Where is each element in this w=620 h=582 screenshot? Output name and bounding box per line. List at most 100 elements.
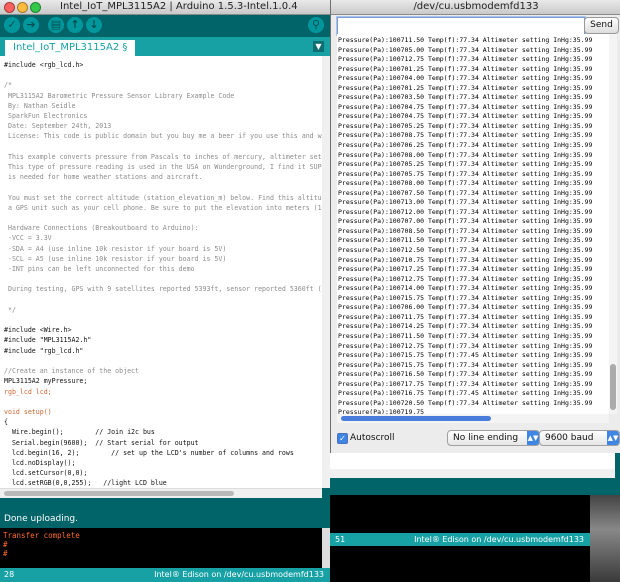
serial-line: Pressure(Pa):100705.75 Temp(f):77.34 Alt… <box>338 169 593 178</box>
chevron-down-icon: ▲▼ <box>527 431 539 445</box>
code-line: { <box>4 418 8 427</box>
serial-line: Pressure(Pa):100720.50 Temp(f):77.34 Alt… <box>338 398 593 407</box>
serial-line: Pressure(Pa):100704.75 Temp(f):77.34 Alt… <box>338 112 593 121</box>
serial-line: Pressure(Pa):100707.50 Temp(f):77.34 Alt… <box>338 188 593 197</box>
ide-titlebar[interactable]: Intel_IoT_MPL3115A2 | Arduino 1.5.3-Inte… <box>0 0 330 15</box>
serial-monitor-window: /dev/cu.usbmodemfd133 Send Pressure(Pa):… <box>330 0 620 453</box>
line-ending-value: No line ending <box>453 433 519 443</box>
code-line: Wire.begin(); // Join i2c bus <box>4 428 155 437</box>
board-port-label: Intel® Edison on /dev/cu.usbmodemfd133 <box>414 535 584 544</box>
ide-window-title: Intel_IoT_MPL3115A2 | Arduino 1.5.3-Inte… <box>60 1 298 12</box>
baud-rate-select[interactable]: 9600 baud ▲▼ <box>539 430 620 446</box>
serial-line: Pressure(Pa):100712.75 Temp(f):77.34 Alt… <box>338 55 593 64</box>
code-line: This example converts pressure from Pasc… <box>4 152 322 161</box>
line-number: 51 <box>335 535 346 544</box>
send-button[interactable]: Send <box>584 17 619 34</box>
arrow-down-icon[interactable]: ↓ <box>86 17 102 33</box>
console-scrollbar[interactable] <box>322 528 330 568</box>
autoscroll-checkbox[interactable]: ✓ <box>337 433 348 444</box>
serial-line: Pressure(Pa):100717.75 Temp(f):77.34 Alt… <box>338 379 593 388</box>
serial-line: Pressure(Pa):100705.00 Temp(f):77.34 Alt… <box>338 45 593 54</box>
arduino-ide-window: Intel_IoT_MPL3115A2 | Arduino 1.5.3-Inte… <box>0 0 330 582</box>
serial-line: Pressure(Pa):100704.75 Temp(f):77.34 Alt… <box>338 102 593 111</box>
magnifier-icon[interactable]: ⚲ <box>308 17 324 33</box>
code-line: lcd.setCursor(0,0); <box>4 469 88 478</box>
tab-menu-icon[interactable]: ▼ <box>313 41 324 52</box>
serial-line: Pressure(Pa):100701.25 Temp(f):77.34 Alt… <box>338 64 593 73</box>
code-line: By: Nathan Seidle <box>4 101 76 110</box>
background-ide-footer: 51 Intel® Edison on /dev/cu.usbmodemfd13… <box>330 533 590 546</box>
ide-console: Transfer complete # # <box>0 528 322 568</box>
serial-line: Pressure(Pa):100715.75 Temp(f):77.34 Alt… <box>338 293 593 302</box>
code-line: MPL3115A2 Barometric Pressure Sensor Lib… <box>4 91 235 100</box>
ide-footer: 28 Intel® Edison on /dev/cu.usbmodemfd13… <box>0 568 330 582</box>
serial-line: Pressure(Pa):100703.50 Temp(f):77.34 Alt… <box>338 93 593 102</box>
serial-line: Pressure(Pa):100712.00 Temp(f):77.34 Alt… <box>338 207 593 216</box>
serial-horizontal-scrollbar[interactable] <box>337 414 609 423</box>
check-icon[interactable]: ✓ <box>4 17 20 33</box>
line-ending-select[interactable]: No line ending ▲▼ <box>447 430 540 446</box>
code-line: MPL3115A2 myPressure; <box>4 377 88 386</box>
background-console-bottom <box>330 546 590 582</box>
console-line: # <box>3 549 8 558</box>
serial-vertical-scrollbar[interactable] <box>609 34 617 414</box>
code-line: //Create an instance of the object <box>4 367 139 376</box>
board-port-label: Intel® Edison on /dev/cu.usbmodemfd133 <box>154 570 324 579</box>
arrow-right-icon[interactable]: ➔ <box>23 17 39 33</box>
serial-line: Pressure(Pa):100715.75 Temp(f):77.45 Alt… <box>338 351 593 360</box>
scrollbar-thumb[interactable] <box>4 491 234 496</box>
arrow-up-icon[interactable]: ↑ <box>67 17 83 33</box>
code-line: -VCC = 3.3V <box>4 234 52 243</box>
code-editor[interactable]: #include <rgb_lcd.h> /* MPL3115A2 Barome… <box>0 56 322 488</box>
code-line: is needed for home weather stations and … <box>4 173 203 182</box>
serial-line: Pressure(Pa):100708.75 Temp(f):77.34 Alt… <box>338 131 593 140</box>
minimize-window-icon[interactable] <box>17 2 28 13</box>
background-editor[interactable] <box>330 453 615 469</box>
serial-line: Pressure(Pa):100711.50 Temp(f):77.34 Alt… <box>338 331 593 340</box>
code-line: Hardware Connections (Breakoutboard to A… <box>4 224 199 233</box>
code-line: Date: September 24th, 2013 <box>4 122 112 131</box>
code-line: #include <Wire.h> <box>4 326 72 335</box>
chevron-down-icon: ▲▼ <box>607 431 619 445</box>
code-line: #include "MPL3115A2.h" <box>4 336 92 345</box>
serial-line: Pressure(Pa):100716.50 Temp(f):77.34 Alt… <box>338 370 593 379</box>
serial-line: Pressure(Pa):100713.00 Temp(f):77.34 Alt… <box>338 198 593 207</box>
code-line: lcd.begin(16, 2); // set up the LCD's nu… <box>4 448 294 457</box>
tab-sketch[interactable]: Intel_IoT_MPL3115A2 § <box>5 40 136 56</box>
autoscroll-label: Autoscroll <box>350 433 395 443</box>
zoom-window-icon[interactable] <box>30 2 41 13</box>
serial-line: Pressure(Pa):100711.50 Temp(f):77.34 Alt… <box>338 236 593 245</box>
scrollbar-thumb[interactable] <box>610 364 616 410</box>
editor-vertical-scrollbar[interactable] <box>322 56 330 488</box>
code-line: This type of pressure reading is used in… <box>4 163 322 172</box>
code-text[interactable]: #include <rgb_lcd.h> /* MPL3115A2 Barome… <box>0 56 322 488</box>
code-line: #include "rgb_lcd.h" <box>4 346 84 355</box>
serial-titlebar[interactable]: /dev/cu.usbmodemfd133 <box>331 0 620 15</box>
scrollbar-thumb[interactable] <box>341 416 491 421</box>
serial-line: Pressure(Pa):100716.75 Temp(f):77.45 Alt… <box>338 389 593 398</box>
serial-line: Pressure(Pa):100708.50 Temp(f):77.34 Alt… <box>338 226 593 235</box>
serial-output[interactable]: Pressure(Pa):100711.50 Temp(f):77.34 Alt… <box>337 34 609 414</box>
line-number: 28 <box>4 570 15 579</box>
code-line: -SCL = A5 (use inline 10k resistor if yo… <box>4 254 227 263</box>
code-line: #include <rgb_lcd.h> <box>4 61 84 69</box>
editor-horizontal-scrollbar[interactable] <box>0 488 322 498</box>
new-file-icon[interactable]: ▤ <box>48 17 64 33</box>
code-line: You must set the correct altitude (stati… <box>4 193 322 202</box>
code-line: /* <box>4 81 12 90</box>
background-ide-window: 51 Intel® Edison on /dev/cu.usbmodemfd13… <box>330 453 620 582</box>
serial-line: Pressure(Pa):100714.25 Temp(f):77.34 Alt… <box>338 322 593 331</box>
serial-line: Pressure(Pa):100705.25 Temp(f):77.34 Alt… <box>338 160 593 169</box>
serial-line: Pressure(Pa):100706.25 Temp(f):77.34 Alt… <box>338 141 593 150</box>
serial-line: Pressure(Pa):100707.00 Temp(f):77.34 Alt… <box>338 217 593 226</box>
serial-line: Pressure(Pa):100708.00 Temp(f):77.34 Alt… <box>338 150 593 159</box>
ide-status-bar: Done uploading. <box>0 510 330 528</box>
serial-send-input[interactable] <box>337 17 585 35</box>
serial-line: Pressure(Pa):100710.75 Temp(f):77.34 Alt… <box>338 255 593 264</box>
serial-line: Pressure(Pa):100701.25 Temp(f):77.34 Alt… <box>338 83 593 92</box>
code-line: lcd.noDisplay(); <box>4 458 76 467</box>
background-editor-scrollbar[interactable] <box>330 469 615 478</box>
console-line: # <box>3 540 8 549</box>
serial-line: Pressure(Pa):100706.00 Temp(f):77.34 Alt… <box>338 303 593 312</box>
close-window-icon[interactable] <box>4 2 15 13</box>
